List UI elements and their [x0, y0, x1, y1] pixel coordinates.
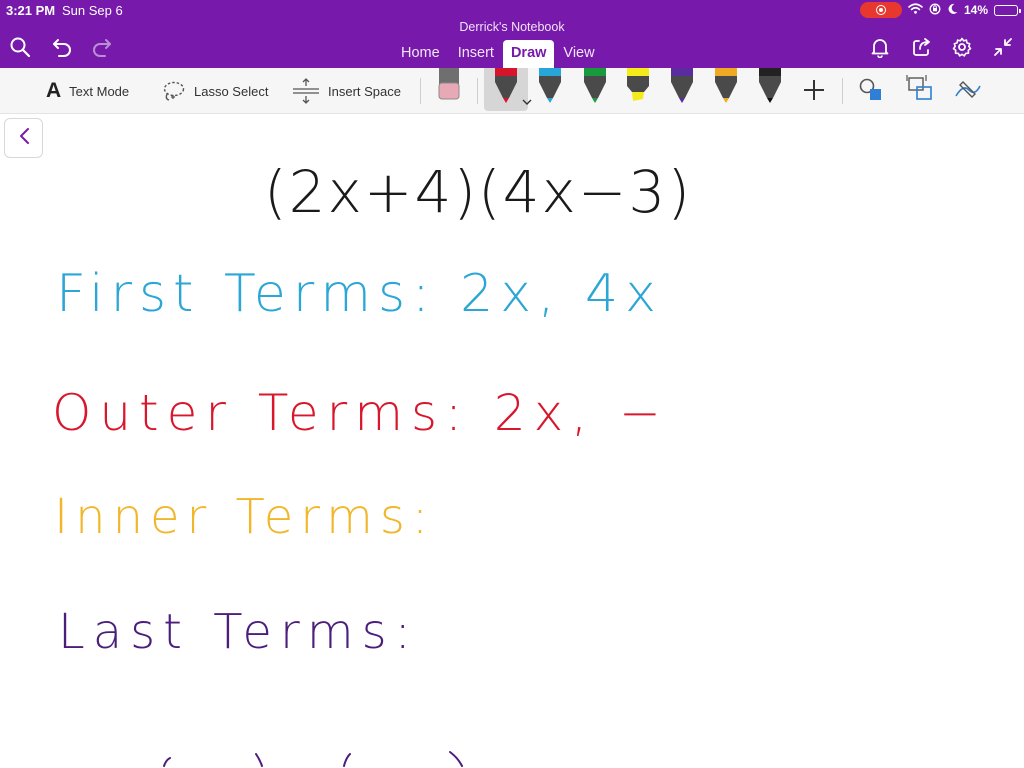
insert-space-label: Insert Space — [328, 83, 401, 99]
orange-pen-button[interactable] — [704, 68, 748, 114]
screen-record-icon[interactable] — [859, 2, 902, 18]
ink-inner-terms: Inner Terms: — [54, 489, 436, 545]
moon-icon — [947, 3, 958, 18]
orientation-lock-icon — [929, 3, 941, 18]
ink-to-shape-button[interactable] — [858, 78, 884, 102]
insert-space-icon — [292, 78, 320, 104]
tab-view[interactable]: View — [554, 40, 603, 68]
undo-icon[interactable] — [51, 36, 73, 58]
black-pen-button[interactable] — [748, 68, 792, 114]
eraser-button[interactable] — [428, 68, 472, 114]
lasso-icon — [162, 80, 186, 102]
blue-pen-button[interactable] — [528, 68, 572, 114]
ink-last-terms: Last Terms: — [58, 604, 419, 660]
red-pen-button[interactable] — [484, 68, 532, 111]
battery-icon — [994, 4, 1021, 16]
lasso-select-label: Lasso Select — [194, 83, 269, 99]
toolbar-divider — [842, 78, 843, 104]
plus-icon — [802, 78, 826, 102]
title-bar: 3:21 PM Sun Sep 6 14% Derrick's Notebook… — [0, 0, 1024, 68]
text-mode-label: Text Mode — [69, 83, 130, 99]
status-time: 3:21 PM — [6, 3, 56, 18]
tab-draw[interactable]: Draw — [502, 40, 555, 68]
text-mode-button[interactable]: A Text Mode — [46, 79, 129, 103]
toolbar-divider — [477, 78, 478, 104]
pen-hand-icon — [953, 78, 983, 102]
convert-button[interactable] — [904, 73, 934, 103]
lasso-select-button[interactable]: Lasso Select — [162, 79, 268, 103]
status-date: Sun Sep 6 — [62, 3, 123, 18]
share-icon[interactable] — [911, 36, 933, 58]
toolbar-divider — [420, 78, 421, 104]
purple-pen-button[interactable] — [660, 68, 704, 114]
redo-icon[interactable] — [91, 36, 113, 58]
search-icon[interactable] — [9, 36, 31, 58]
text-mode-icon: A — [46, 79, 62, 102]
gear-icon[interactable] — [951, 36, 973, 58]
add-pen-button[interactable] — [802, 78, 826, 102]
tab-home[interactable]: Home — [392, 40, 449, 68]
battery-percent: 14% — [963, 3, 988, 17]
ink-replay-button[interactable] — [953, 78, 983, 102]
yellow-highlighter-button[interactable] — [616, 68, 660, 114]
ribbon-tabs: Home Insert Draw View — [392, 40, 604, 68]
tab-insert[interactable]: Insert — [449, 40, 503, 68]
bell-icon[interactable] — [869, 36, 891, 58]
ink-partial-strokes — [163, 751, 463, 767]
status-indicators: 14% — [859, 2, 1021, 18]
transform-icon — [904, 73, 934, 103]
collapse-icon[interactable] — [992, 36, 1014, 58]
note-canvas[interactable]: (2x+4)(4x−3) First Terms: 2x, 4x Outer T… — [0, 114, 1024, 768]
shapes-icon — [858, 77, 884, 103]
draw-toolbar: A Text Mode Lasso Select Insert Space — [0, 68, 1024, 114]
ink-first-terms: First Terms: 2x, 4x — [56, 264, 663, 324]
ink-expression: (2x+4)(4x−3) — [264, 158, 692, 226]
notebook-title: Derrick's Notebook — [459, 20, 565, 34]
insert-space-button[interactable]: Insert Space — [292, 78, 401, 104]
green-pen-button[interactable] — [573, 68, 617, 114]
wifi-icon — [908, 3, 923, 17]
ink-outer-terms: Outer Terms: 2x, − — [52, 384, 669, 442]
